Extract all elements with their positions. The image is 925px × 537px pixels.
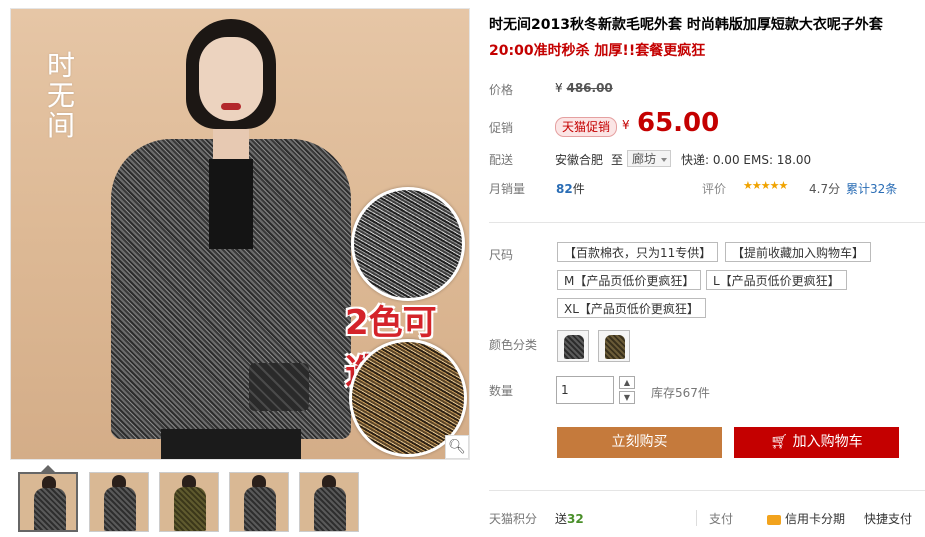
shipping-from: 安徽合肥	[555, 153, 604, 167]
size-option-2[interactable]: 【提前收藏加入购物车】	[725, 242, 872, 262]
color-option-grey[interactable]	[557, 330, 589, 362]
credit-card-icon	[767, 514, 781, 525]
promo-badge: 天猫促销	[555, 117, 618, 137]
main-product-image[interactable]: 时无间 2色可选 🔍︎	[10, 8, 470, 460]
color-option-olive[interactable]	[598, 330, 630, 362]
promo-currency: ¥	[622, 118, 630, 132]
stock-count: 库存567件	[651, 386, 710, 400]
size-option-xl[interactable]: XL【产品页低价更疯狂】	[557, 298, 706, 318]
sales-label: 月销量	[489, 182, 526, 196]
size-option-m[interactable]: M【产品页低价更疯狂】	[557, 270, 702, 290]
pay-label: 支付	[709, 512, 734, 526]
buy-now-button[interactable]: 立刻购买	[557, 427, 722, 458]
review-count-link[interactable]: 累计32条	[846, 180, 897, 197]
sales-count: 82件	[556, 182, 585, 196]
quantity-label: 数量	[489, 384, 514, 398]
shipping-to-word: 至	[611, 153, 624, 167]
divider	[696, 510, 697, 526]
shipping-label: 配送	[489, 153, 514, 167]
cart-icon: 🛒︎	[770, 434, 793, 450]
points-label: 天猫积分	[489, 512, 538, 526]
divider	[489, 222, 925, 223]
product-subtitle: 20:00准时秒杀 加厚!!套餐更疯狂	[489, 43, 706, 59]
chevron-down-icon	[661, 158, 667, 162]
size-option-l[interactable]: L【产品页低价更疯狂】	[706, 270, 847, 290]
quantity-down-button[interactable]: ▼	[619, 391, 635, 404]
zoom-icon[interactable]: 🔍︎	[445, 435, 469, 459]
rating-stars-icon: ★★★★★	[743, 179, 788, 192]
thumbnail-5[interactable]	[299, 472, 359, 532]
rating-label: 评价	[702, 182, 727, 196]
size-option-1[interactable]: 【百款棉衣，只为11专供】	[557, 242, 719, 262]
destination-select[interactable]: 廊坊	[627, 150, 671, 167]
divider	[489, 490, 925, 491]
quick-pay[interactable]: 快捷支付	[864, 510, 912, 527]
rating-score: 4.7分	[809, 182, 841, 196]
points-value: 送32	[555, 512, 584, 526]
grey-fabric-swatch	[351, 187, 465, 301]
thumbnail-3[interactable]	[159, 472, 219, 532]
size-label: 尺码	[489, 248, 514, 262]
thumbnail-2[interactable]	[89, 472, 149, 532]
price-label: 价格	[489, 83, 514, 97]
thumb-pointer	[41, 465, 55, 472]
thumbnail-1[interactable]	[18, 472, 78, 532]
promo-label: 促销	[489, 121, 514, 135]
quantity-up-button[interactable]: ▲	[619, 376, 635, 389]
original-price: ¥ 486.00	[555, 81, 613, 95]
brand-logo: 时无间	[47, 49, 76, 142]
model-photo	[91, 9, 361, 459]
product-title: 时无间2013秋冬新款毛呢外套 时尚韩版加厚短款大衣呢子外套	[489, 17, 883, 33]
quantity-input[interactable]: 1	[556, 376, 614, 404]
add-to-cart-button[interactable]: 🛒︎ 加入购物车	[734, 427, 899, 458]
shipping-fees: 快递: 0.00 EMS: 18.00	[681, 153, 812, 167]
credit-card-installment[interactable]: 信用卡分期	[767, 510, 845, 527]
thumbnail-4[interactable]	[229, 472, 289, 532]
color-label: 颜色分类	[489, 338, 538, 352]
promo-price: 65.00	[637, 108, 720, 138]
